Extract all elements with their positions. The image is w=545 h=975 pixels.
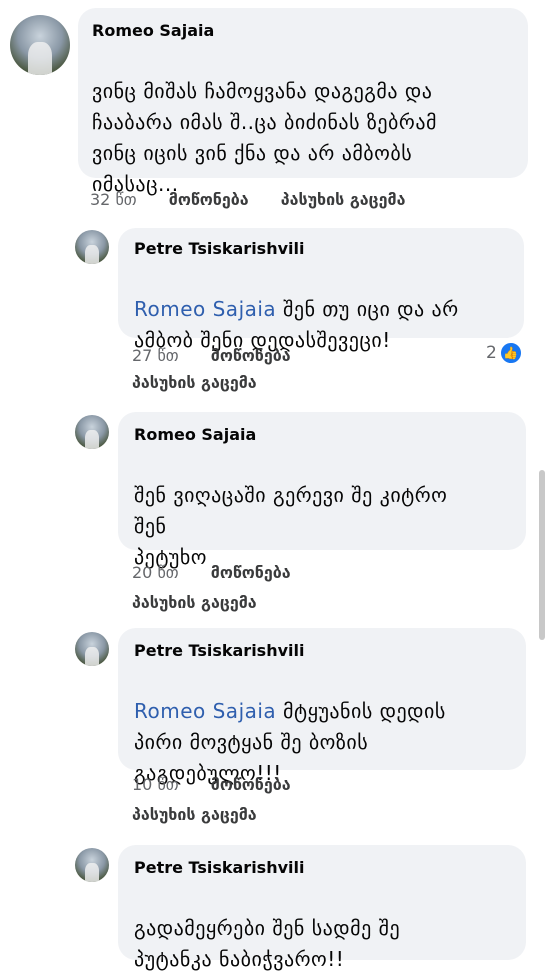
comment-mention[interactable]: Romeo Sajaia xyxy=(134,699,276,723)
avatar[interactable] xyxy=(75,415,109,449)
comment-bubble: Petre Tsiskarishvili Romeo Sajaia შენ თუ… xyxy=(118,228,524,352)
comment-bubble: Petre Tsiskarishvili Romeo Sajaia მტყუან… xyxy=(118,628,526,785)
reply-button[interactable]: პასუხის გაცემა xyxy=(281,190,406,209)
reply-button[interactable]: პასუხის გაცემა xyxy=(132,373,257,392)
comment-time[interactable]: 10 წთ xyxy=(132,775,179,794)
comment-author[interactable]: Petre Tsiskarishvili xyxy=(134,239,304,258)
comment-author[interactable]: Petre Tsiskarishvili xyxy=(134,641,304,660)
reply-button[interactable]: პასუხის გაცემა xyxy=(132,805,257,824)
comment-text: შენ ვიღაცაში გერევი შე კიტრო შენ პეტუხო xyxy=(134,449,519,573)
comment-text: ვინც მიშას ჩამოყვანა დაგეგმა და ჩააბარა … xyxy=(92,45,522,200)
reaction-count[interactable]: 2 👍 xyxy=(486,342,522,364)
like-button[interactable]: მოწონება xyxy=(169,190,249,209)
comment-text-body: ვინც მიშას ჩამოყვანა დაგეგმა და ჩააბარა … xyxy=(92,79,437,196)
comment-meta: 32 წთ მოწონება პასუხის გაცემა xyxy=(90,190,405,209)
comment-time[interactable]: 27 წთ xyxy=(132,346,179,365)
avatar[interactable] xyxy=(10,15,70,75)
comment-meta: 20 წთ მოწონება xyxy=(132,563,291,582)
comment-text: Romeo Sajaia მტყუანის დედის პირი მოვტყან… xyxy=(134,665,519,789)
scrollbar[interactable] xyxy=(539,470,545,640)
comment-text-body: შენ ვიღაცაში გერევი შე კიტრო შენ პეტუხო xyxy=(134,483,448,569)
comment-bubble: Petre Tsiskarishvili გადამეყრები შენ სად… xyxy=(118,845,526,971)
comment-bubble: Romeo Sajaia ვინც მიშას ჩამოყვანა დაგეგმ… xyxy=(78,8,528,196)
reaction-count-number: 2 xyxy=(486,343,497,363)
like-button[interactable]: მოწონება xyxy=(211,346,291,365)
comment-text: გადამეყრები შენ სადმე შე პუტანკა ნაბიჭვა… xyxy=(134,882,519,975)
like-thumb-icon: 👍 xyxy=(499,342,522,364)
like-button[interactable]: მოწონება xyxy=(211,775,291,794)
reply-button[interactable]: პასუხის გაცემა xyxy=(132,593,257,612)
comment-meta: 27 წთ მოწონება xyxy=(132,346,291,365)
avatar[interactable] xyxy=(75,848,109,882)
comment-text-body: გადამეყრები შენ სადმე შე პუტანკა ნაბიჭვა… xyxy=(134,916,401,971)
comment-meta: 10 წთ მოწონება xyxy=(132,775,291,794)
comment-time[interactable]: 20 წთ xyxy=(132,563,179,582)
avatar[interactable] xyxy=(75,632,109,666)
comment-time[interactable]: 32 წთ xyxy=(90,190,137,209)
comment-author[interactable]: Romeo Sajaia xyxy=(92,21,214,40)
comment-bubble: Romeo Sajaia შენ ვიღაცაში გერევი შე კიტრ… xyxy=(118,412,526,569)
like-button[interactable]: მოწონება xyxy=(211,563,291,582)
avatar[interactable] xyxy=(75,230,109,264)
comment-author[interactable]: Petre Tsiskarishvili xyxy=(134,858,304,877)
comment-author[interactable]: Romeo Sajaia xyxy=(134,425,256,444)
comment-mention[interactable]: Romeo Sajaia xyxy=(134,297,276,321)
comment-text: Romeo Sajaia შენ თუ იცი და არ ამბობ შენი… xyxy=(134,263,519,356)
